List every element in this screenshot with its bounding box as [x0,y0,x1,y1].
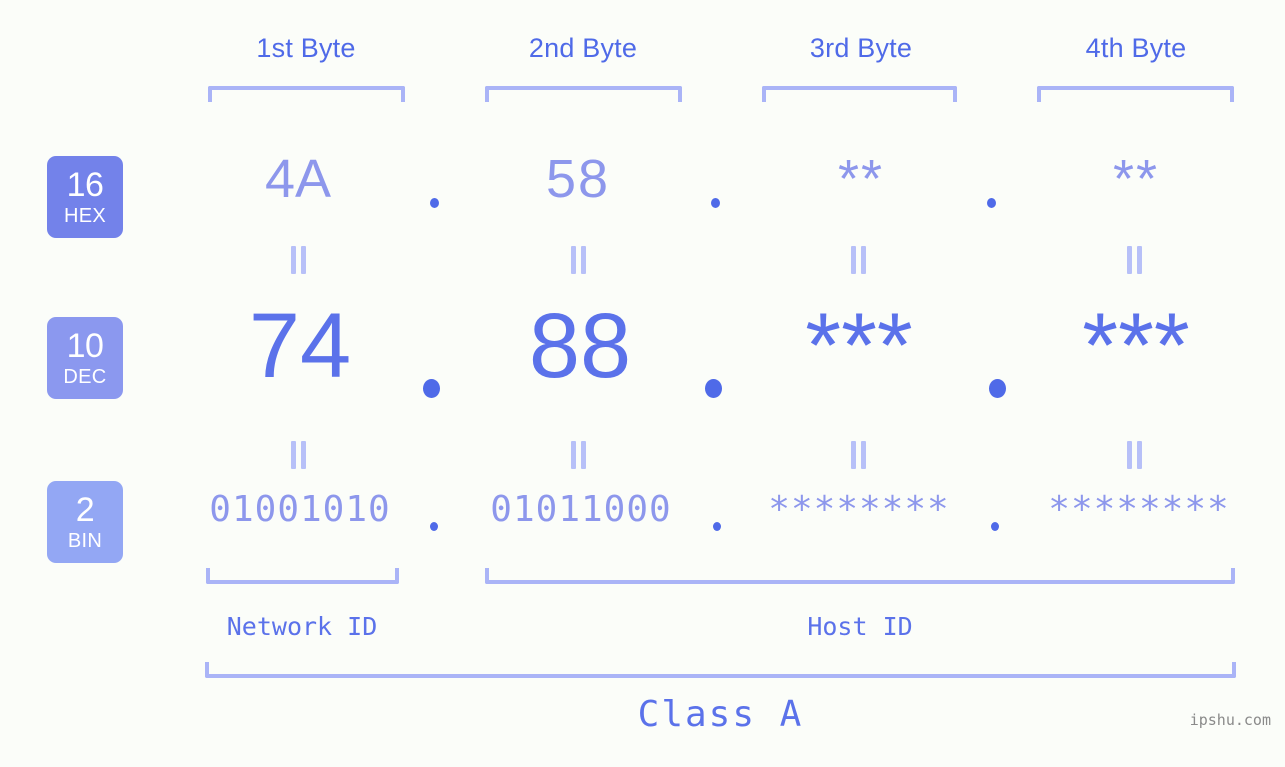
hex-separator-dot-1 [430,198,439,208]
base-badge-bin-name: BIN [67,530,103,552]
bin-byte-4-value: ******** [1048,489,1230,530]
equals-connector-hex-dec-4 [1127,246,1145,274]
dec-separator-dot-2 [705,379,722,398]
dec-byte-2-value: 88 [528,295,632,397]
byte-header-4: 4th Byte [1085,33,1187,63]
base-badge-bin-number: 2 [75,491,95,529]
network-id-bracket [206,568,399,584]
base-badge-bin: 2 BIN [47,481,123,563]
dec-byte-1-value: 74 [248,295,352,397]
byte-bracket-top-1 [208,86,405,102]
class-bracket [205,662,1236,678]
base-badge-hex: 16 HEX [47,156,123,238]
host-id-label: Host ID [807,612,913,641]
equals-connector-dec-bin-2 [571,441,589,469]
equals-connector-dec-bin-4 [1127,441,1145,469]
byte-bracket-top-4 [1037,86,1234,102]
bin-byte-1-value: 01001010 [209,489,391,530]
dec-separator-dot-1 [423,379,440,398]
equals-connector-hex-dec-3 [851,246,869,274]
equals-connector-dec-bin-1 [291,441,309,469]
bin-byte-2-value: 01011000 [490,489,672,530]
equals-connector-hex-dec-1 [291,246,309,274]
hex-byte-3-value: ** [837,149,885,209]
hex-byte-1-value: 4A [264,149,332,209]
dec-byte-4-value: *** [1082,295,1190,397]
host-id-bracket [485,568,1235,584]
dec-byte-3-value: *** [805,295,913,397]
byte-header-3: 3rd Byte [809,33,913,63]
base-badge-hex-name: HEX [63,205,107,227]
equals-connector-dec-bin-3 [851,441,869,469]
hex-separator-dot-3 [987,198,996,208]
hex-byte-4-value: ** [1112,149,1160,209]
bin-separator-dot-3 [991,522,999,531]
base-badge-dec: 10 DEC [47,317,123,399]
bin-byte-3-value: ******** [768,489,950,530]
base-badge-dec-number: 10 [66,327,104,365]
ip-address-breakdown-diagram: 1st Byte 2nd Byte 3rd Byte 4th Byte 16 H… [0,0,1285,767]
network-id-label: Network ID [226,612,378,641]
hex-separator-dot-2 [711,198,720,208]
base-badge-hex-number: 16 [66,166,104,204]
hex-byte-2-value: 58 [545,149,611,209]
dec-separator-dot-3 [989,379,1006,398]
byte-bracket-top-3 [762,86,957,102]
site-watermark: ipshu.com [1189,711,1271,729]
class-label: Class A [637,694,804,735]
bin-separator-dot-1 [430,522,438,531]
base-badge-dec-name: DEC [63,366,107,388]
bin-separator-dot-2 [713,522,721,531]
equals-connector-hex-dec-2 [571,246,589,274]
byte-header-1: 1st Byte [256,33,356,63]
byte-header-2: 2nd Byte [528,33,638,63]
byte-bracket-top-2 [485,86,682,102]
